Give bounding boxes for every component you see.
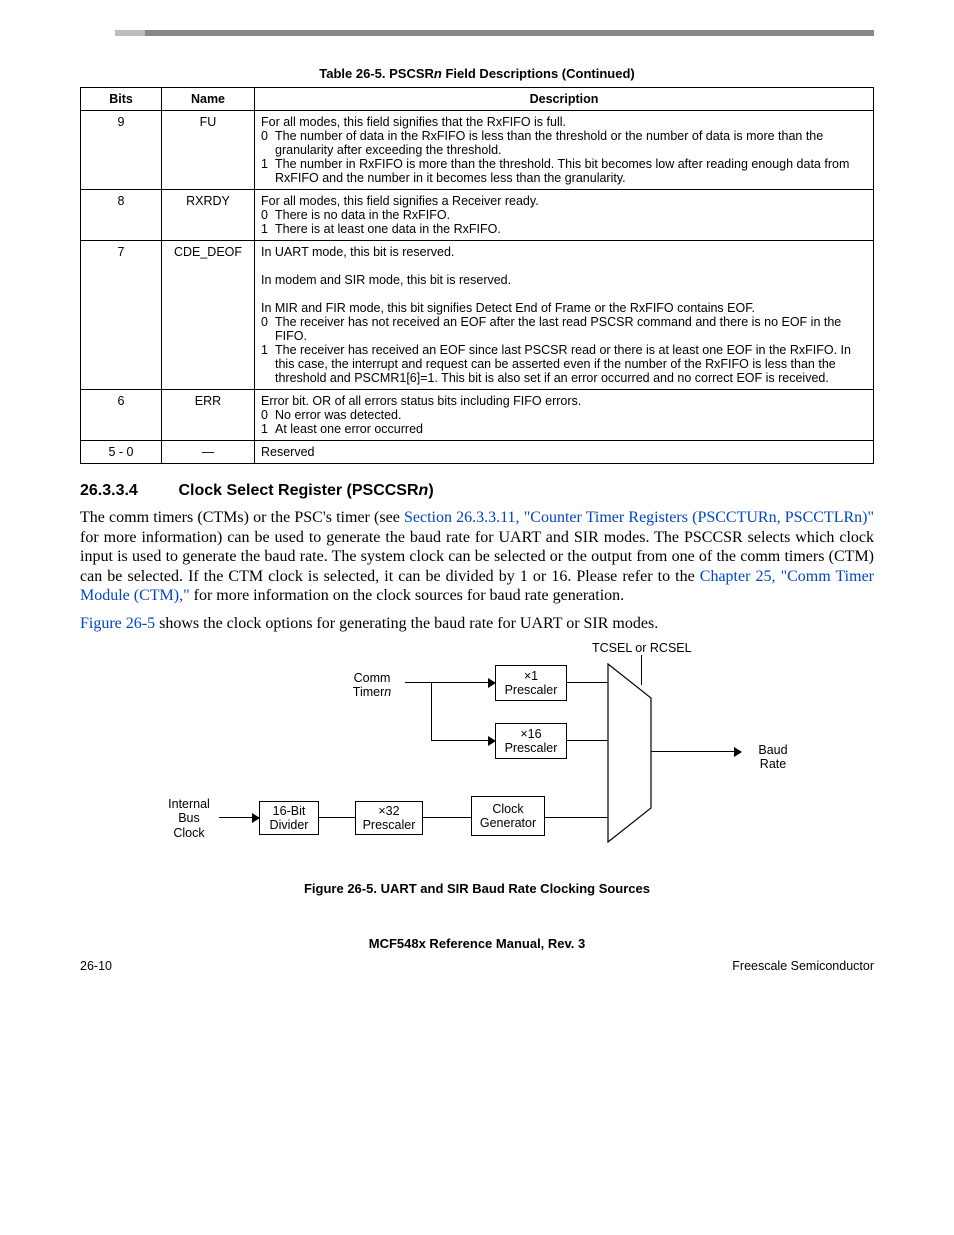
table-row: 8RXRDYFor all modes, this field signifie… <box>81 190 874 241</box>
lbl-tcsel: TCSEL or RCSEL <box>592 641 692 655</box>
body-para-2: Figure 26-5 shows the clock options for … <box>80 614 874 634</box>
section-title: Clock Select Register (PSCCSRn) <box>178 482 433 499</box>
section-number: 26.3.3.4 <box>80 482 174 500</box>
th-bits: Bits <box>81 88 162 111</box>
cell-name: FU <box>162 111 255 190</box>
box-x32-prescaler: ×32Prescaler <box>355 801 423 835</box>
th-name: Name <box>162 88 255 111</box>
cell-bits: 5 - 0 <box>81 441 162 464</box>
cell-bits: 7 <box>81 241 162 390</box>
xref-counter-timer[interactable]: Section 26.3.3.11, "Counter Timer Regist… <box>404 509 874 526</box>
cell-desc: For all modes, this field signifies that… <box>255 111 874 190</box>
box-x1-prescaler: ×1Prescaler <box>495 665 567 701</box>
table-row: 9FUFor all modes, this field signifies t… <box>81 111 874 190</box>
table-row: 7CDE_DEOFIn UART mode, this bit is reser… <box>81 241 874 390</box>
table-caption: Table 26-5. PSCSRn Field Descriptions (C… <box>80 66 874 81</box>
cell-name: — <box>162 441 255 464</box>
field-description-table: Bits Name Description 9FUFor all modes, … <box>80 87 874 464</box>
lbl-baud-rate: Baud Rate <box>749 743 797 772</box>
lbl-comm-timer: CommTimern <box>342 671 402 700</box>
header-rule <box>115 30 874 36</box>
box-16bit-divider: 16-BitDivider <box>259 801 319 835</box>
arrow-output <box>651 751 741 752</box>
cell-desc: Reserved <box>255 441 874 464</box>
footer-company: Freescale Semiconductor <box>732 959 874 973</box>
table-row: 6ERRError bit. OR of all errors status b… <box>81 390 874 441</box>
mux-shape <box>607 663 653 843</box>
footer-row: 26-10 Freescale Semiconductor <box>80 959 874 973</box>
table-row: 5 - 0—Reserved <box>81 441 874 464</box>
footer-page: 26-10 <box>80 959 112 973</box>
figure-caption: Figure 26-5. UART and SIR Baud Rate Cloc… <box>80 881 874 896</box>
cell-bits: 8 <box>81 190 162 241</box>
cell-desc: For all modes, this field signifies a Re… <box>255 190 874 241</box>
cell-name: CDE_DEOF <box>162 241 255 390</box>
cell-desc: Error bit. OR of all errors status bits … <box>255 390 874 441</box>
cell-bits: 9 <box>81 111 162 190</box>
th-desc: Description <box>255 88 874 111</box>
cell-desc: In UART mode, this bit is reserved.In mo… <box>255 241 874 390</box>
box-clock-generator: ClockGenerator <box>471 796 545 836</box>
cell-name: RXRDY <box>162 190 255 241</box>
table-caption-text: Table 26-5. PSCSRn Field Descriptions (C… <box>319 66 634 81</box>
footer-title: MCF548x Reference Manual, Rev. 3 <box>80 936 874 951</box>
cell-name: ERR <box>162 390 255 441</box>
xref-figure-26-5[interactable]: Figure 26-5 <box>80 615 155 632</box>
body-para-1: The comm timers (CTMs) or the PSC's time… <box>80 508 874 606</box>
section-heading: 26.3.3.4 Clock Select Register (PSCCSRn) <box>80 482 874 500</box>
clocking-diagram: TCSEL or RCSEL CommTimern ×1Prescaler ×1… <box>157 641 797 871</box>
box-x16-prescaler: ×16Prescaler <box>495 723 567 759</box>
lbl-internal-bus-clock: InternalBusClock <box>161 797 217 840</box>
cell-bits: 6 <box>81 390 162 441</box>
